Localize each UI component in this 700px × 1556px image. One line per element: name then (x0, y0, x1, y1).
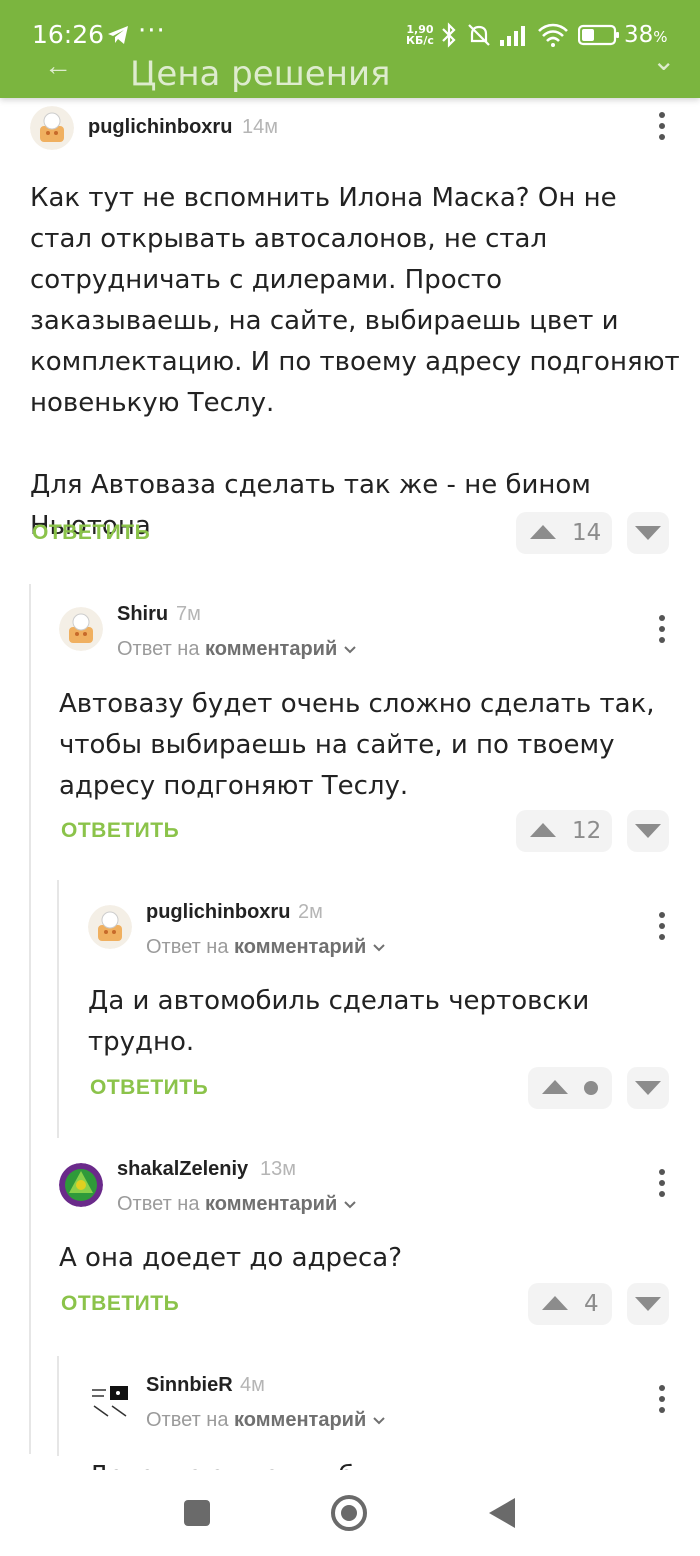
rating-count: 12 (572, 818, 602, 844)
arrow-up-icon (530, 823, 556, 837)
reply-to-link[interactable]: Ответ на комментарий (117, 638, 357, 661)
reply-to-prefix: Ответ на (117, 638, 200, 660)
signal-icon (500, 26, 525, 46)
reply-button[interactable]: ОТВЕТИТЬ (61, 1292, 179, 1316)
comment-time: 13м (260, 1158, 296, 1180)
chevron-down-icon[interactable] (372, 1416, 386, 1426)
clock: 16:26 (32, 20, 105, 49)
comment-paragraph: Как тут не вспомнить Илона Маска? Он не … (30, 183, 680, 418)
network-speed-unit: КБ/с (406, 34, 434, 47)
system-nav-bar (0, 1470, 700, 1556)
battery-level: 38% (624, 22, 668, 48)
arrow-down-icon (635, 526, 661, 540)
bluetooth-icon (442, 22, 456, 48)
avatar[interactable] (30, 106, 74, 150)
arrow-up-icon (530, 525, 556, 539)
reply-button[interactable]: ОТВЕТИТЬ (90, 1076, 208, 1100)
arrow-down-icon (635, 1297, 661, 1311)
arrow-down-icon (635, 824, 661, 838)
arrow-up-icon (542, 1296, 568, 1310)
username[interactable]: SinnbieR (146, 1374, 233, 1397)
telegram-icon (108, 26, 128, 44)
comment-text: Дотолкают как нибудь (88, 1456, 678, 1470)
rating-count: 4 (584, 1291, 599, 1317)
upvote-button[interactable]: 4 (528, 1283, 612, 1325)
downvote-button[interactable] (627, 1283, 669, 1325)
comment-text: Как тут не вспомнить Илона Маска? Он не … (30, 178, 680, 547)
username[interactable]: puglichinboxru (88, 116, 232, 139)
avatar[interactable] (88, 1378, 132, 1422)
recent-apps-button[interactable] (184, 1500, 210, 1526)
thread-line-level2b (57, 1356, 59, 1456)
chevron-down-icon[interactable] (372, 943, 386, 953)
comment-time: 7м (176, 603, 201, 625)
comment-text: Автовазу будет очень сложно сделать так,… (59, 684, 679, 807)
reply-to-target[interactable]: комментарий (234, 936, 366, 958)
avatar[interactable] (88, 905, 132, 949)
downvote-button[interactable] (627, 512, 669, 554)
rating-hidden-dot (584, 1081, 598, 1095)
arrow-up-icon (542, 1080, 568, 1094)
comment-paragraph: Автовазу будет очень сложно сделать так,… (59, 689, 655, 801)
back-button[interactable] (489, 1498, 515, 1528)
reply-to-target[interactable]: комментарий (205, 1193, 337, 1215)
comment-paragraph-blank (30, 424, 680, 465)
chevron-down-icon[interactable] (343, 1200, 357, 1210)
arrow-down-icon (635, 1081, 661, 1095)
reply-to-prefix: Ответ на (146, 936, 229, 958)
chevron-down-icon[interactable]: ⌄ (652, 44, 675, 77)
reply-to-target[interactable]: комментарий (234, 1409, 366, 1431)
reply-button[interactable]: ОТВЕТИТЬ (61, 819, 179, 843)
battery-icon (578, 24, 619, 46)
reply-to-prefix: Ответ на (117, 1193, 200, 1215)
more-options-icon[interactable] (652, 615, 672, 649)
comment-paragraph: Дотолкают как нибудь (88, 1456, 678, 1470)
username[interactable]: puglichinboxru (146, 901, 290, 924)
network-speed: 1,90 КБ/с (406, 24, 434, 46)
reply-button[interactable]: ОТВЕТИТЬ (32, 521, 150, 545)
more-options-icon[interactable] (652, 912, 672, 946)
reply-to-link[interactable]: Ответ на комментарий (146, 936, 386, 959)
wifi-icon (538, 23, 568, 47)
more-options-icon[interactable] (652, 112, 672, 146)
comment-time: 4м (240, 1374, 265, 1396)
upvote-button[interactable]: 12 (516, 810, 612, 852)
rating-count: 14 (572, 520, 602, 546)
status-bar: ← Цена решения ⌄ 16:26 ··· 1,90 КБ/с 38% (0, 0, 700, 98)
comment-text: Да и автомобиль сделать чертовски трудно… (88, 981, 678, 1063)
thread-line-level1 (29, 584, 31, 1454)
more-notifications-icon: ··· (138, 16, 166, 46)
mute-bell-icon (468, 24, 490, 46)
avatar[interactable] (59, 1163, 103, 1207)
downvote-button[interactable] (627, 810, 669, 852)
home-button[interactable] (331, 1495, 367, 1531)
battery-value: 38 (624, 22, 654, 48)
more-options-icon[interactable] (652, 1385, 672, 1419)
back-arrow-icon[interactable]: ← (44, 50, 72, 82)
comment-paragraph: А она доедет до адреса? (59, 1243, 403, 1273)
comment-time: 2м (298, 901, 323, 923)
post-title: Цена решения (130, 54, 391, 94)
reply-to-link[interactable]: Ответ на комментарий (146, 1409, 386, 1432)
more-options-icon[interactable] (652, 1169, 672, 1203)
battery-unit: % (653, 28, 668, 46)
thread-line-level2 (57, 880, 59, 1138)
avatar[interactable] (59, 607, 103, 651)
upvote-button[interactable] (528, 1067, 612, 1109)
comment-time: 14м (242, 116, 278, 138)
downvote-button[interactable] (627, 1067, 669, 1109)
comment-text: А она доедет до адреса? (59, 1238, 679, 1279)
username[interactable]: Shiru (117, 603, 168, 626)
comment-paragraph: Да и автомобиль сделать чертовски трудно… (88, 986, 590, 1057)
chevron-down-icon[interactable] (343, 645, 357, 655)
username[interactable]: shakalZeleniy (117, 1158, 248, 1181)
reply-to-target[interactable]: комментарий (205, 638, 337, 660)
reply-to-prefix: Ответ на (146, 1409, 229, 1431)
upvote-button[interactable]: 14 (516, 512, 612, 554)
reply-to-link[interactable]: Ответ на комментарий (117, 1193, 357, 1216)
